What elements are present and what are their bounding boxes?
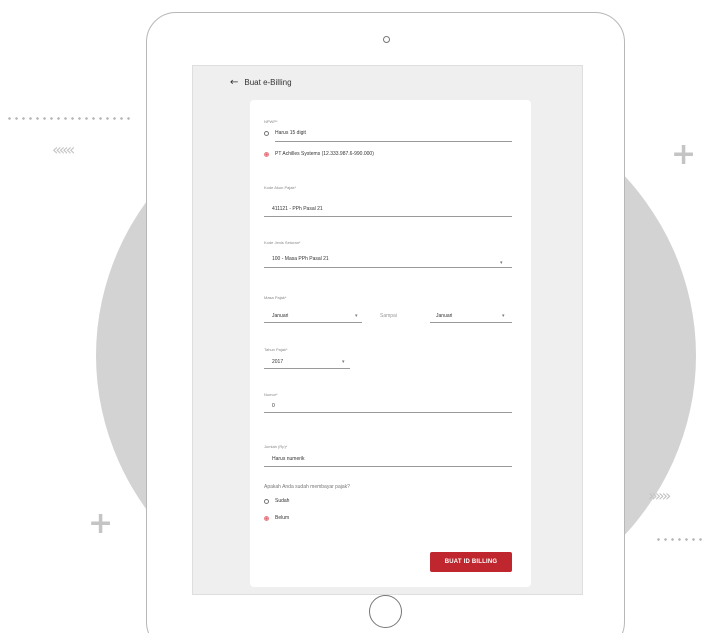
field-underline (264, 368, 350, 369)
field-underline (264, 267, 512, 268)
plus-icon: + (88, 506, 114, 541)
chevron-down-icon[interactable]: ▾ (355, 313, 358, 319)
radio-button-selected[interactable] (264, 515, 269, 521)
jumlah-input[interactable]: Harus numerik (272, 456, 305, 462)
home-button[interactable] (369, 595, 402, 628)
kode-akun-input[interactable]: 411121 - PPh Pasal 21 (272, 206, 323, 212)
tablet-screen: ← Buat e-Billing NPWP* Harus 15 digit PT… (192, 65, 583, 595)
dotted-line-decoration (6, 117, 132, 120)
create-billing-id-button[interactable]: BUAT ID BILLING (430, 552, 512, 572)
npwp-label: NPWP* (264, 119, 278, 124)
camera-icon (383, 36, 390, 43)
field-underline (264, 466, 512, 467)
chevrons-right-icon: »»» (648, 486, 671, 505)
kode-jenis-label: Kode Jenis Setoran* (264, 240, 301, 245)
chevron-down-icon[interactable]: ▾ (502, 313, 505, 319)
tablet-frame: ← Buat e-Billing NPWP* Harus 15 digit PT… (146, 12, 625, 633)
billing-form-card: NPWP* Harus 15 digit PT Achilles Systems… (250, 100, 531, 587)
jumlah-label: Jumlah (Rp)* (264, 444, 288, 449)
paid-question: Apakah Anda sudah membayar pajak? (264, 484, 350, 490)
field-underline (275, 141, 512, 142)
chevron-down-icon[interactable]: ▾ (342, 359, 345, 365)
chevron-down-icon[interactable]: ▾ (500, 260, 503, 266)
radio-button[interactable] (264, 130, 269, 136)
kode-akun-label: Kode Akun Pajak* (264, 185, 297, 190)
kode-jenis-select[interactable]: 100 - Masa PPh Pasal 21 (272, 256, 329, 262)
tahun-pajak-select[interactable]: 2017 (272, 359, 283, 365)
npwp-option-selected[interactable]: PT Achilles Systems (12.333.987.6-990.00… (264, 151, 374, 157)
radio-label-belum: Belum (275, 515, 290, 521)
field-underline (264, 412, 512, 413)
field-underline (264, 322, 362, 323)
page-title: Buat e-Billing (244, 78, 292, 87)
field-underline (430, 322, 512, 323)
top-bar: ← Buat e-Billing (230, 77, 292, 88)
npwp-input[interactable]: Harus 15 digit (275, 130, 306, 136)
dotted-line-decoration (655, 538, 702, 541)
npwp-option-label: PT Achilles Systems (12.333.987.6-990.00… (275, 151, 374, 157)
nomor-input[interactable]: 0 (272, 403, 275, 409)
masa-pajak-to-select[interactable]: Januari (436, 313, 452, 319)
radio-button[interactable] (264, 498, 269, 504)
chevrons-left-icon: ««« (52, 140, 75, 159)
arrow-left-icon[interactable]: ← (230, 77, 238, 88)
field-underline (264, 216, 512, 217)
plus-icon: + (671, 137, 697, 172)
tahun-pajak-label: Tahun Pajak* (264, 347, 288, 352)
radio-label-sudah: Sudah (275, 498, 290, 504)
nomor-label: Nomor* (264, 392, 278, 397)
masa-pajak-separator: Sampai (380, 313, 397, 319)
radio-option-belum[interactable]: Belum (264, 515, 289, 521)
masa-pajak-from-select[interactable]: Januari (272, 313, 288, 319)
radio-option-sudah[interactable]: Sudah (264, 498, 289, 504)
masa-pajak-label: Masa Pajak* (264, 295, 287, 300)
radio-button-selected[interactable] (264, 151, 269, 157)
npwp-option-other[interactable]: Harus 15 digit (264, 130, 306, 136)
